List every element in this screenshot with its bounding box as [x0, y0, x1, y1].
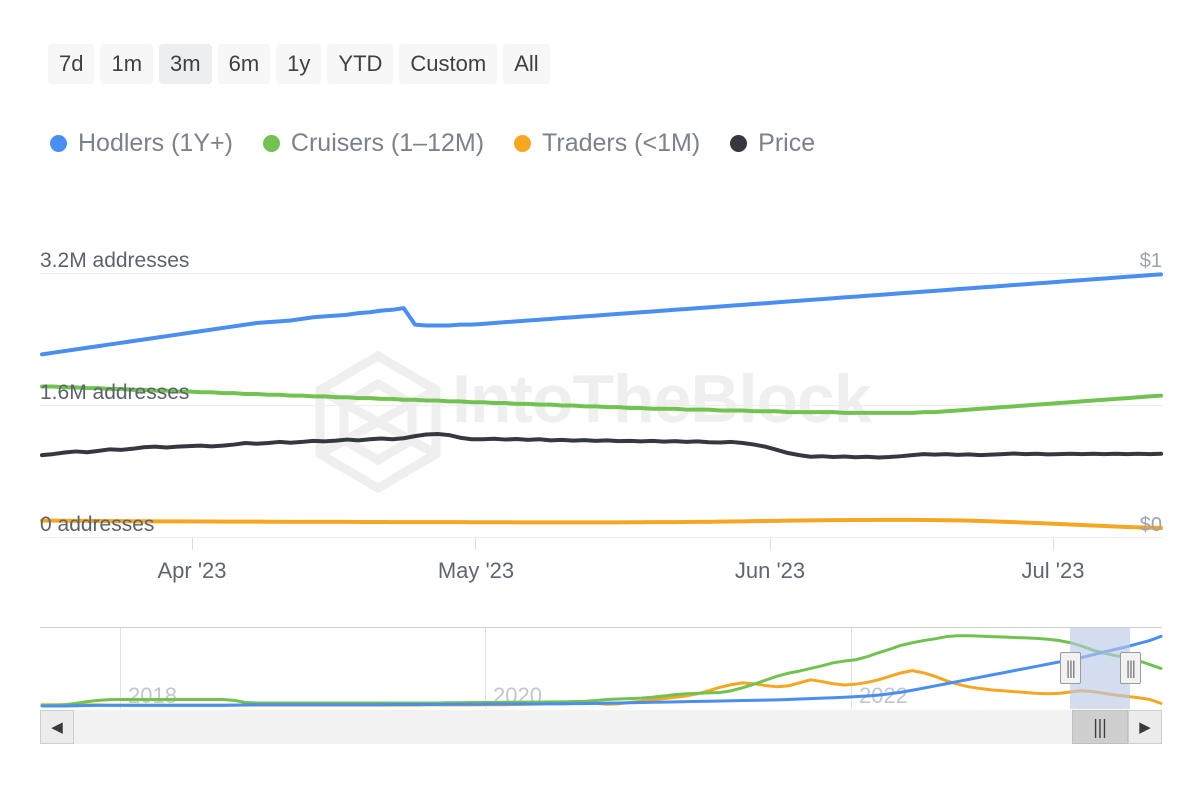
thumb-grip-icon: ||| [1093, 717, 1106, 737]
navigator-handle-left[interactable]: ||| [1060, 652, 1081, 684]
triangle-right-icon: ▶ [1139, 720, 1151, 735]
scroll-left-button[interactable]: ◀ [40, 710, 74, 744]
navigator-controls[interactable]: ||| ||| ◀ ||| ▶ [0, 0, 1200, 800]
scroll-right-button[interactable]: ▶ [1128, 710, 1162, 744]
navigator-scrollbar-thumb[interactable]: ||| [1072, 710, 1128, 744]
triangle-left-icon: ◀ [51, 720, 63, 735]
navigator-handle-right[interactable]: ||| [1120, 652, 1141, 684]
handle-grip-icon: ||| [1126, 659, 1135, 678]
navigator-scrollbar-track[interactable] [40, 710, 1162, 744]
handle-grip-icon: ||| [1066, 659, 1075, 678]
